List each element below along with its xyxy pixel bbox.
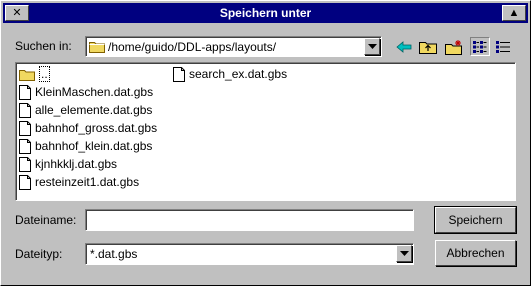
list-item-file[interactable]: resteinzeit1.dat.gbs [19, 173, 139, 191]
cancel-button-label: Abbrechen [446, 246, 505, 260]
cancel-button[interactable]: Abbrechen [435, 240, 516, 266]
list-item-file[interactable]: bahnhof_klein.dat.gbs [19, 137, 152, 155]
new-folder-icon [445, 39, 462, 55]
lookin-path: /home/guido/DDL-apps/layouts/ [108, 40, 277, 54]
save-button-label: Speichern [448, 213, 503, 227]
window-title: Speichern unter [219, 6, 312, 20]
file-name: kjnhkklj.dat.gbs [35, 157, 118, 171]
chevron-down-icon [399, 251, 409, 256]
list-item-file[interactable]: kjnhkklj.dat.gbs [19, 155, 117, 173]
file-icon [19, 84, 31, 100]
filename-label: Dateiname: [15, 213, 77, 227]
file-icon [19, 174, 31, 190]
filetype-dropdown-button[interactable] [396, 245, 412, 262]
lookin-label: Suchen in: [15, 39, 72, 53]
list-item-parent-folder[interactable]: .. [19, 65, 50, 83]
file-icon [19, 156, 31, 172]
file-name: resteinzeit1.dat.gbs [35, 175, 140, 189]
list-item-file[interactable]: alle_elemente.dat.gbs [19, 101, 152, 119]
list-item-file[interactable]: KleinMaschen.dat.gbs [19, 83, 153, 101]
up-folder-button[interactable] [418, 37, 438, 56]
folder-up-icon [419, 42, 437, 54]
file-icon [173, 66, 185, 82]
save-button[interactable]: Speichern [434, 206, 517, 234]
filetype-value: *.dat.gbs [90, 247, 138, 261]
folder-icon [19, 69, 35, 81]
detail-view-icon [496, 40, 510, 53]
file-name: bahnhof_gross.dat.gbs [35, 121, 158, 135]
maximize-icon: ▲ [508, 6, 520, 19]
maximize-button[interactable]: ▲ [502, 5, 526, 21]
list-item-file[interactable]: bahnhof_gross.dat.gbs [19, 119, 157, 137]
chevron-down-icon [367, 44, 377, 49]
filetype-label: Dateityp: [15, 247, 63, 261]
folder-icon [89, 40, 105, 56]
list-view-button[interactable] [470, 37, 490, 56]
lookin-combobox[interactable]: /home/guido/DDL-apps/layouts/ [85, 36, 382, 57]
left-arrow-icon [396, 40, 412, 53]
list-view-icon [473, 40, 487, 53]
list-item-file[interactable]: search_ex.dat.gbs [173, 65, 287, 83]
file-name: KleinMaschen.dat.gbs [35, 85, 154, 99]
file-icon [19, 138, 31, 154]
file-list[interactable]: .. KleinMaschen.dat.gbs alle_elemente.da… [15, 62, 516, 201]
file-name: bahnhof_klein.dat.gbs [35, 139, 153, 153]
file-name: search_ex.dat.gbs [189, 67, 288, 81]
file-icon [19, 102, 31, 118]
file-name: alle_elemente.dat.gbs [35, 103, 153, 117]
file-name: .. [39, 66, 50, 82]
file-icon [19, 120, 31, 136]
filename-input[interactable] [85, 209, 414, 231]
save-dialog: ✕ Speichern unter ▲ Suchen in: /home/gui… [0, 0, 531, 286]
back-button[interactable] [394, 37, 414, 56]
title-bar[interactable]: ✕ Speichern unter ▲ [3, 3, 528, 23]
lookin-dropdown-button[interactable] [364, 38, 380, 55]
filetype-combobox[interactable]: *.dat.gbs [85, 243, 414, 265]
new-folder-button[interactable] [444, 37, 464, 56]
detail-view-button[interactable] [493, 37, 513, 56]
